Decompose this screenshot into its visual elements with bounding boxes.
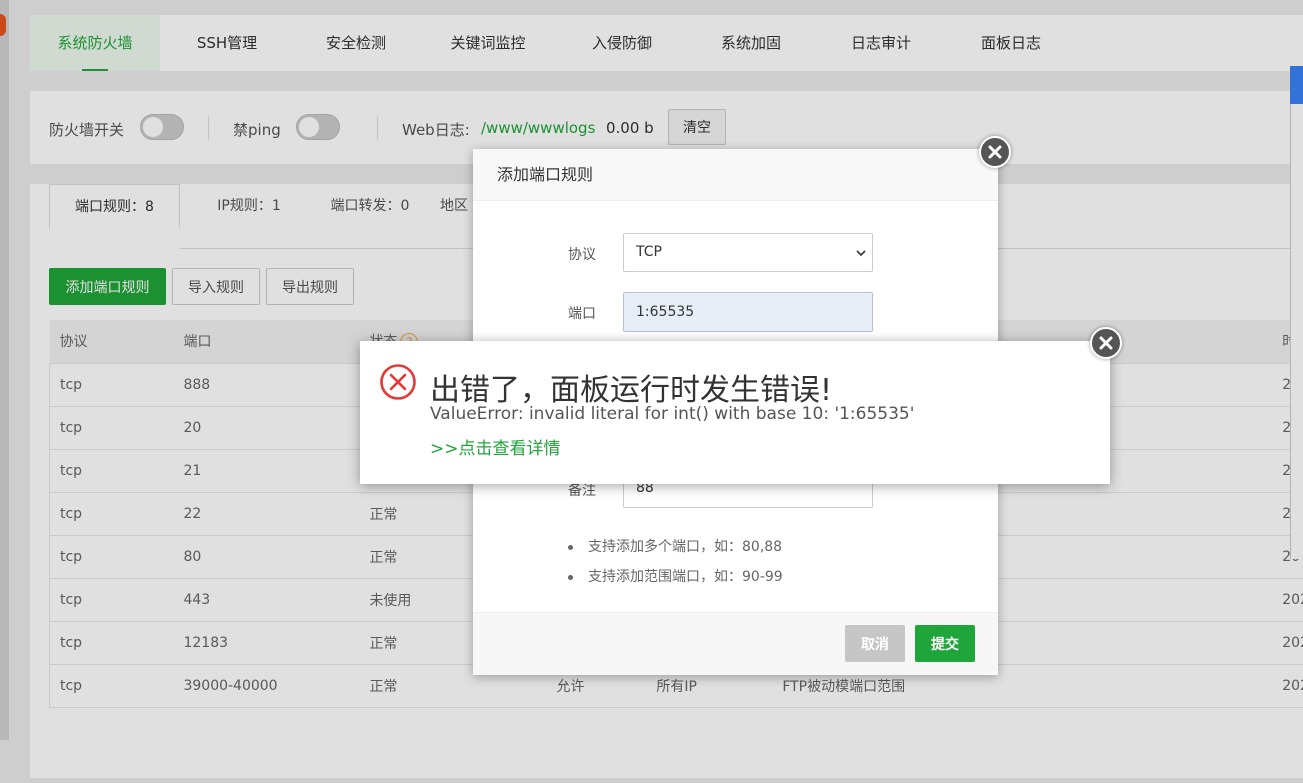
port-label: 端口 [568, 306, 596, 322]
tip-item: 支持添加范围端口，如：90-99 [568, 562, 783, 592]
submit-button[interactable]: 提交 [915, 625, 975, 662]
protocol-label: 协议 [568, 247, 596, 263]
dialog-title: 添加端口规则 [473, 149, 998, 201]
error-icon [380, 364, 416, 400]
close-icon[interactable] [1090, 327, 1122, 359]
chevron-down-icon [856, 250, 866, 257]
tips-list: 支持添加多个端口，如：80,88 支持添加范围端口，如：90-99 [568, 532, 783, 592]
close-x-icon [988, 145, 1002, 159]
protocol-select[interactable]: TCP [623, 233, 873, 272]
error-detail: ValueError: invalid literal for int() wi… [430, 404, 915, 424]
port-input[interactable]: 1:65535 [623, 292, 873, 332]
tip-item: 支持添加多个端口，如：80,88 [568, 532, 783, 562]
cancel-button[interactable]: 取消 [845, 625, 905, 662]
view-details-link[interactable]: >>点击查看详情 [430, 434, 561, 459]
error-message-box: 出错了，面板运行时发生错误! ValueError: invalid liter… [360, 341, 1110, 484]
protocol-select-value: TCP [636, 244, 662, 260]
close-icon[interactable] [979, 136, 1011, 168]
close-x-icon [1099, 336, 1113, 350]
error-title: 出错了，面板运行时发生错误! [430, 373, 833, 408]
dialog-footer: 取消 提交 [473, 612, 998, 675]
